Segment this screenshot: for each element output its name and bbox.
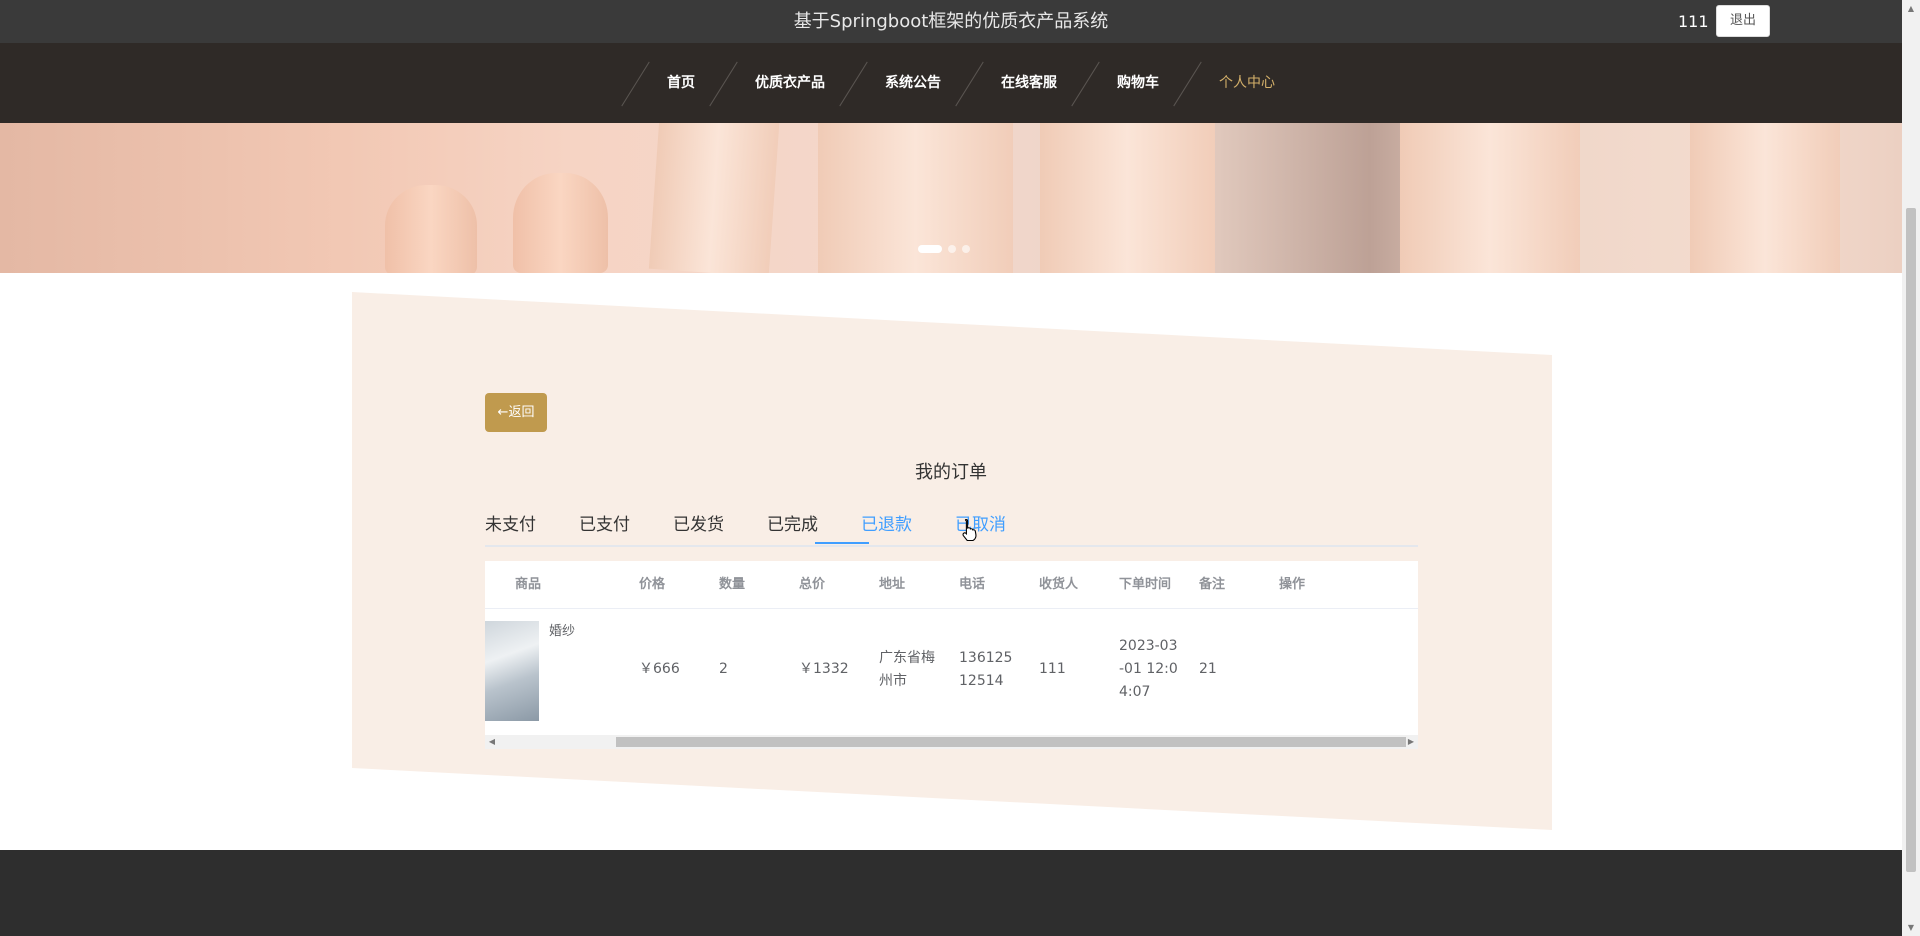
quantity-cell: 2 [719, 661, 728, 677]
product-name: 婚纱 [549, 624, 576, 639]
carousel-indicators [918, 245, 970, 253]
tab-completed[interactable]: 已完成 [767, 512, 818, 545]
logout-button[interactable]: 退出 [1716, 5, 1770, 37]
remark-cell: 21 [1199, 661, 1217, 677]
nav-customer-service[interactable]: 在线客服 [1001, 43, 1057, 123]
column-header: 总价 [799, 577, 826, 592]
nav-cart[interactable]: 购物车 [1117, 43, 1159, 123]
order-time-cell: 2023-03-01 12:04:07 [1119, 638, 1178, 700]
banner-product-image [1400, 123, 1580, 273]
carousel-dot[interactable] [948, 245, 956, 253]
scroll-down-arrow[interactable]: ▼ [1902, 919, 1920, 936]
banner-product-image [1690, 123, 1840, 273]
scrollbar-thumb[interactable] [616, 737, 1406, 747]
tab-unpaid[interactable]: 未支付 [485, 512, 536, 545]
hand-cursor-icon [962, 518, 977, 542]
table-horizontal-scrollbar[interactable]: ◀ ▶ [485, 735, 1418, 749]
tab-paid[interactable]: 已支付 [579, 512, 630, 545]
page-scrollbar-thumb[interactable] [1906, 208, 1916, 872]
phone-cell: 13612512514 [959, 650, 1013, 689]
page-title: 我的订单 [915, 462, 987, 483]
scroll-up-arrow[interactable]: ▲ [1902, 0, 1920, 17]
total-cell: ￥1332 [799, 661, 849, 677]
price-cell: ￥666 [639, 661, 680, 677]
banner-product-image [1040, 123, 1215, 273]
column-header: 电话 [959, 577, 986, 592]
column-header: 备注 [1199, 577, 1226, 592]
scroll-right-arrow[interactable]: ▶ [1404, 735, 1418, 749]
back-button[interactable]: ←返回 [485, 393, 547, 432]
nav-products[interactable]: 优质衣产品 [755, 43, 825, 123]
orders-table: 商品 价格 数量 总价 地址 电话 收货人 下单时间 备注 操作 婚纱 ￥666… [485, 561, 1418, 749]
tab-shipped[interactable]: 已发货 [673, 512, 724, 545]
username: 111 [1678, 12, 1709, 31]
main-nav [0, 43, 1902, 123]
page-vertical-scrollbar[interactable]: ▲ ▼ [1902, 0, 1920, 936]
column-header: 商品 [515, 577, 542, 592]
site-title: 基于Springboot框架的优质衣产品系统 [793, 11, 1109, 32]
address-cell: 广东省梅州市 [879, 650, 935, 689]
product-thumbnail[interactable] [485, 621, 539, 721]
column-header: 地址 [879, 577, 906, 592]
banner-product-image [513, 173, 608, 273]
carousel-dot[interactable] [918, 245, 942, 253]
nav-personal-center[interactable]: 个人中心 [1219, 43, 1275, 123]
receiver-cell: 111 [1039, 661, 1066, 677]
column-header: 收货人 [1039, 577, 1079, 592]
column-header: 价格 [639, 577, 666, 592]
column-header: 下单时间 [1119, 577, 1172, 592]
top-bar: 基于Springboot框架的优质衣产品系统 111 退出 [0, 0, 1902, 43]
table-divider [485, 608, 1418, 609]
column-header: 数量 [719, 577, 746, 592]
banner-product-image [385, 185, 477, 273]
order-status-tabs: 未支付 已支付 已发货 已完成 已退款 已取消 [485, 512, 1418, 547]
nav-home[interactable]: 首页 [667, 43, 695, 123]
banner-product-image [648, 123, 782, 273]
nav-announcements[interactable]: 系统公告 [885, 43, 941, 123]
active-tab-indicator [815, 542, 869, 544]
column-header: 操作 [1279, 577, 1306, 592]
scroll-left-arrow[interactable]: ◀ [485, 735, 499, 749]
banner-product-image [818, 123, 1013, 273]
tab-refunded[interactable]: 已退款 [861, 512, 912, 545]
carousel-dot[interactable] [962, 245, 970, 253]
footer [0, 850, 1902, 936]
